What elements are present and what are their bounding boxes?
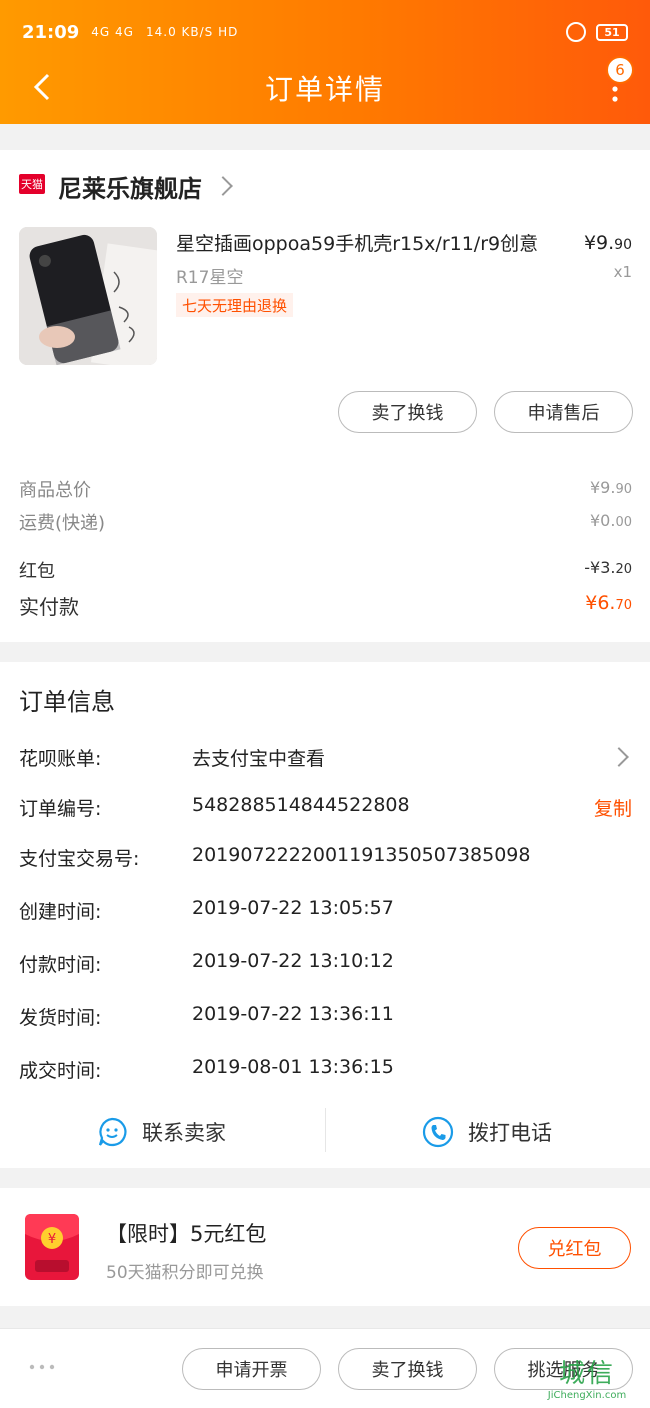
call-phone-button[interactable]: 拨打电话 xyxy=(422,1110,552,1154)
watermark-text: 城信 xyxy=(558,1359,615,1389)
app-header: 21:09 4G 4G 14.0 KB/S HD 51 订单详情 6 xyxy=(0,0,650,124)
tmall-logo: 天猫 xyxy=(19,174,45,194)
status-speed: 14.0 KB/S HD xyxy=(145,25,239,39)
chevron-right-icon[interactable] xyxy=(213,176,233,196)
back-arrow-icon[interactable] xyxy=(26,70,60,104)
phone-icon xyxy=(422,1116,454,1148)
bottom-action-bar: 申请开票 卖了换钱 挑选服务 城信 JiChengXin.com xyxy=(0,1328,650,1408)
alarm-icon xyxy=(566,22,586,42)
info-label-order-no: 订单编号: xyxy=(19,798,102,820)
product-thumbnail[interactable] xyxy=(19,227,157,365)
promo-card: ¥ 【限时】5元红包 50天猫积分即可兑换 兑红包 xyxy=(0,1188,650,1306)
status-network: 4G 4G xyxy=(91,25,134,39)
promo-subtitle: 50天猫积分即可兑换 xyxy=(106,1263,264,1283)
paid-value: ¥6.70 xyxy=(585,592,632,614)
watermark: 城信 JiChengXin.com xyxy=(528,1353,646,1405)
shipping-value: ¥0.00 xyxy=(590,511,632,530)
info-value-huabei[interactable]: 去支付宝中查看 xyxy=(192,744,325,771)
sell-button[interactable]: 卖了换钱 xyxy=(338,391,477,433)
info-label-created: 创建时间: xyxy=(19,901,102,923)
product-sku: R17星空 xyxy=(176,268,244,288)
info-label-paid-time: 付款时间: xyxy=(19,954,102,976)
product-price: ¥9.90 xyxy=(583,232,632,254)
chevron-right-icon[interactable] xyxy=(609,747,629,767)
shipping-label: 运费(快递) xyxy=(19,513,106,534)
order-info-title: 订单信息 xyxy=(19,688,115,716)
product-quantity: x1 xyxy=(613,263,632,281)
info-value-shipped: 2019-07-22 13:36:11 xyxy=(192,1003,394,1025)
notification-badge: 6 xyxy=(606,56,634,84)
info-value-created: 2019-07-22 13:05:57 xyxy=(192,897,394,919)
info-label-huabei: 花呗账单: xyxy=(19,748,102,770)
contact-seller-label: 联系卖家 xyxy=(142,1121,226,1145)
call-phone-label: 拨打电话 xyxy=(468,1121,552,1145)
battery-icon: 51 xyxy=(596,23,628,41)
redeem-redpack-button[interactable]: 兑红包 xyxy=(518,1227,631,1269)
svg-text:¥: ¥ xyxy=(48,1232,56,1247)
order-info-card: 订单信息 花呗账单: 去支付宝中查看 订单编号: 548288514844522… xyxy=(0,662,650,1168)
redpack-label: 红包 xyxy=(19,561,55,582)
copy-button[interactable]: 复制 xyxy=(594,794,632,821)
divider xyxy=(325,1108,326,1152)
after-sale-button[interactable]: 申请售后 xyxy=(494,391,633,433)
watermark-url: JiChengXin.com xyxy=(547,1390,627,1401)
status-time: 21:09 xyxy=(22,21,80,43)
sell-button-bottom[interactable]: 卖了换钱 xyxy=(338,1348,477,1390)
chat-icon xyxy=(98,1117,127,1147)
goods-total-label: 商品总价 xyxy=(19,480,91,501)
info-value-paid-time: 2019-07-22 13:10:12 xyxy=(192,950,394,972)
more-dots-icon[interactable] xyxy=(28,1363,56,1371)
promo-title: 【限时】5元红包 xyxy=(106,1222,267,1246)
info-label-shipped: 发货时间: xyxy=(19,1007,102,1029)
goods-total-value: ¥9.90 xyxy=(590,478,632,497)
store-name[interactable]: 尼莱乐旗舰店 xyxy=(58,169,202,204)
nav-bar: 订单详情 6 xyxy=(0,56,650,120)
info-value-closed: 2019-08-01 13:36:15 xyxy=(192,1056,394,1078)
info-value-order-no: 548288514844522808 xyxy=(192,794,410,816)
store-card: 天猫 尼莱乐旗舰店 星空插画oppoa59手机壳r15x/r11/r9创意 ¥9… xyxy=(0,150,650,642)
invoice-button[interactable]: 申请开票 xyxy=(182,1348,321,1390)
info-label-closed: 成交时间: xyxy=(19,1060,102,1082)
product-title[interactable]: 星空插画oppoa59手机壳r15x/r11/r9创意 xyxy=(176,229,556,256)
status-bar: 21:09 4G 4G 14.0 KB/S HD 51 xyxy=(22,18,628,46)
red-packet-icon: ¥ xyxy=(25,1214,79,1280)
info-value-alipay-no: 2019072222001191350507385098 xyxy=(192,844,531,866)
info-label-alipay-no: 支付宝交易号: xyxy=(19,848,140,870)
contact-seller-button[interactable]: 联系卖家 xyxy=(96,1110,226,1154)
return-policy-tag: 七天无理由退换 xyxy=(176,293,294,317)
redpack-value: -¥3.20 xyxy=(584,558,632,577)
page-title: 订单详情 xyxy=(264,73,385,106)
paid-label: 实付款 xyxy=(19,595,79,619)
